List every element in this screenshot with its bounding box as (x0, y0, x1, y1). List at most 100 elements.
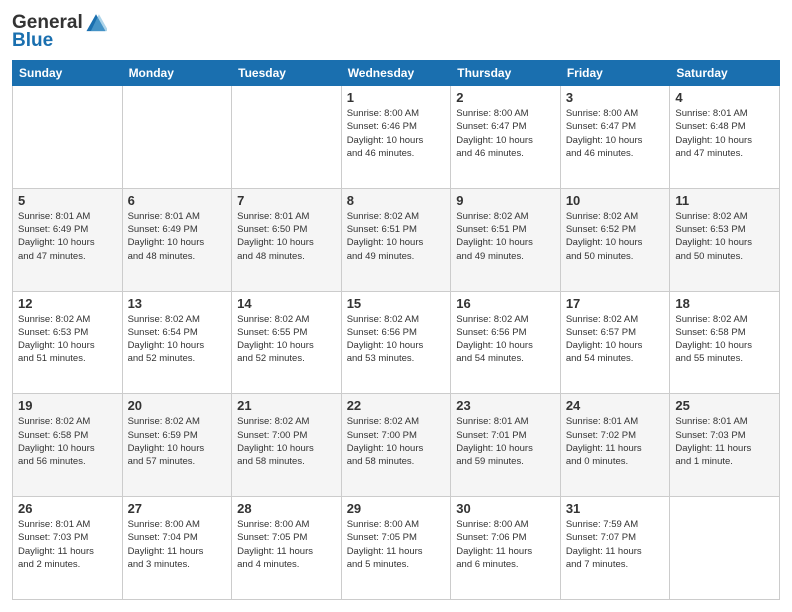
day-header-sunday: Sunday (13, 61, 123, 86)
day-info: Sunrise: 8:00 AM Sunset: 7:05 PM Dayligh… (237, 518, 336, 571)
day-number: 15 (347, 296, 446, 311)
day-info: Sunrise: 8:02 AM Sunset: 6:53 PM Dayligh… (18, 313, 117, 366)
day-number: 31 (566, 501, 665, 516)
calendar-cell: 16Sunrise: 8:02 AM Sunset: 6:56 PM Dayli… (451, 291, 561, 394)
day-number: 1 (347, 90, 446, 105)
calendar-cell: 27 Sunrise: 8:00 AM Sunset: 7:04 PM Dayli… (122, 497, 232, 600)
calendar-cell: 13 Sunrise: 8:02 AM Sunset: 6:54 PM Dayli… (122, 291, 232, 394)
calendar-header-row: SundayMondayTuesdayWednesdayThursdayFrid… (13, 61, 780, 86)
day-number: 9 (456, 193, 555, 208)
calendar-cell: 31 Sunrise: 7:59 AM Sunset: 7:07 PM Dayli… (560, 497, 670, 600)
day-number: 24 (566, 398, 665, 413)
day-info: Sunrise: 8:01 AM Sunset: 6:49 PM Dayligh… (128, 210, 227, 263)
page-header: General Blue (12, 12, 780, 52)
day-number: 11 (675, 193, 774, 208)
day-info: Sunrise: 8:01 AM Sunset: 7:01 PM Dayligh… (456, 415, 555, 468)
day-info: Sunrise: 8:02 AM Sunset: 6:54 PM Dayligh… (128, 313, 227, 366)
calendar-week-3: 12 Sunrise: 8:02 AM Sunset: 6:53 PM Dayli… (13, 291, 780, 394)
day-info: Sunrise: 8:01 AM Sunset: 7:03 PM Dayligh… (18, 518, 117, 571)
calendar-cell: 25Sunrise: 8:01 AM Sunset: 7:03 PM Dayli… (670, 394, 780, 497)
day-number: 14 (237, 296, 336, 311)
day-number: 22 (347, 398, 446, 413)
day-info: Sunrise: 8:00 AM Sunset: 7:05 PM Dayligh… (347, 518, 446, 571)
day-number: 23 (456, 398, 555, 413)
calendar-cell: 8 Sunrise: 8:02 AM Sunset: 6:51 PM Daylig… (341, 188, 451, 291)
day-number: 4 (675, 90, 774, 105)
day-info: Sunrise: 7:59 AM Sunset: 7:07 PM Dayligh… (566, 518, 665, 571)
calendar-cell: 9 Sunrise: 8:02 AM Sunset: 6:51 PM Daylig… (451, 188, 561, 291)
calendar-week-2: 5 Sunrise: 8:01 AM Sunset: 6:49 PM Daylig… (13, 188, 780, 291)
day-info: Sunrise: 8:02 AM Sunset: 7:00 PM Dayligh… (237, 415, 336, 468)
calendar-cell: 11 Sunrise: 8:02 AM Sunset: 6:53 PM Dayli… (670, 188, 780, 291)
calendar-week-4: 19 Sunrise: 8:02 AM Sunset: 6:58 PM Dayli… (13, 394, 780, 497)
day-info: Sunrise: 8:02 AM Sunset: 6:59 PM Dayligh… (128, 415, 227, 468)
day-number: 25 (675, 398, 774, 413)
day-header-saturday: Saturday (670, 61, 780, 86)
calendar-cell (670, 497, 780, 600)
day-number: 12 (18, 296, 117, 311)
day-header-wednesday: Wednesday (341, 61, 451, 86)
logo-icon (85, 12, 107, 34)
day-header-thursday: Thursday (451, 61, 561, 86)
day-info: Sunrise: 8:02 AM Sunset: 6:51 PM Dayligh… (347, 210, 446, 263)
day-info: Sunrise: 8:02 AM Sunset: 6:53 PM Dayligh… (675, 210, 774, 263)
day-number: 19 (18, 398, 117, 413)
day-info: Sunrise: 8:00 AM Sunset: 7:06 PM Dayligh… (456, 518, 555, 571)
calendar-cell: 2 Sunrise: 8:00 AM Sunset: 6:47 PM Daylig… (451, 86, 561, 189)
day-number: 13 (128, 296, 227, 311)
day-number: 8 (347, 193, 446, 208)
calendar-cell: 29 Sunrise: 8:00 AM Sunset: 7:05 PM Dayli… (341, 497, 451, 600)
day-header-tuesday: Tuesday (232, 61, 342, 86)
logo-blue: Blue (12, 30, 53, 52)
day-number: 5 (18, 193, 117, 208)
day-number: 2 (456, 90, 555, 105)
day-info: Sunrise: 8:02 AM Sunset: 6:56 PM Dayligh… (347, 313, 446, 366)
day-number: 18 (675, 296, 774, 311)
day-info: Sunrise: 8:01 AM Sunset: 6:49 PM Dayligh… (18, 210, 117, 263)
day-info: Sunrise: 8:02 AM Sunset: 6:58 PM Dayligh… (18, 415, 117, 468)
day-number: 26 (18, 501, 117, 516)
calendar-cell: 17Sunrise: 8:02 AM Sunset: 6:57 PM Dayli… (560, 291, 670, 394)
calendar-cell: 10 Sunrise: 8:02 AM Sunset: 6:52 PM Dayli… (560, 188, 670, 291)
calendar-cell: 18 Sunrise: 8:02 AM Sunset: 6:58 PM Dayli… (670, 291, 780, 394)
day-info: Sunrise: 8:02 AM Sunset: 6:57 PM Dayligh… (566, 313, 665, 366)
calendar-cell: 26 Sunrise: 8:01 AM Sunset: 7:03 PM Dayli… (13, 497, 123, 600)
day-number: 30 (456, 501, 555, 516)
day-number: 20 (128, 398, 227, 413)
calendar-cell: 20 Sunrise: 8:02 AM Sunset: 6:59 PM Dayli… (122, 394, 232, 497)
logo: General Blue (12, 12, 107, 52)
calendar-cell: 5 Sunrise: 8:01 AM Sunset: 6:49 PM Daylig… (13, 188, 123, 291)
day-info: Sunrise: 8:02 AM Sunset: 6:58 PM Dayligh… (675, 313, 774, 366)
calendar-cell: 24 Sunrise: 8:01 AM Sunset: 7:02 PM Dayli… (560, 394, 670, 497)
day-info: Sunrise: 8:00 AM Sunset: 6:46 PM Dayligh… (347, 107, 446, 160)
calendar-cell: 15 Sunrise: 8:02 AM Sunset: 6:56 PM Dayli… (341, 291, 451, 394)
day-info: Sunrise: 8:02 AM Sunset: 6:51 PM Dayligh… (456, 210, 555, 263)
calendar-cell: 6 Sunrise: 8:01 AM Sunset: 6:49 PM Daylig… (122, 188, 232, 291)
calendar-cell: 22 Sunrise: 8:02 AM Sunset: 7:00 PM Dayli… (341, 394, 451, 497)
calendar-cell: 14 Sunrise: 8:02 AM Sunset: 6:55 PM Dayli… (232, 291, 342, 394)
calendar-cell (13, 86, 123, 189)
day-info: Sunrise: 8:01 AM Sunset: 6:48 PM Dayligh… (675, 107, 774, 160)
calendar-cell (232, 86, 342, 189)
calendar-week-5: 26 Sunrise: 8:01 AM Sunset: 7:03 PM Dayli… (13, 497, 780, 600)
day-header-monday: Monday (122, 61, 232, 86)
day-number: 29 (347, 501, 446, 516)
day-info: Sunrise: 8:02 AM Sunset: 6:55 PM Dayligh… (237, 313, 336, 366)
day-info: Sunrise: 8:02 AM Sunset: 7:00 PM Dayligh… (347, 415, 446, 468)
calendar-cell: 3Sunrise: 8:00 AM Sunset: 6:47 PM Daylig… (560, 86, 670, 189)
day-info: Sunrise: 8:00 AM Sunset: 6:47 PM Dayligh… (456, 107, 555, 160)
calendar-cell: 21Sunrise: 8:02 AM Sunset: 7:00 PM Dayli… (232, 394, 342, 497)
day-info: Sunrise: 8:00 AM Sunset: 7:04 PM Dayligh… (128, 518, 227, 571)
day-number: 28 (237, 501, 336, 516)
day-number: 3 (566, 90, 665, 105)
day-number: 6 (128, 193, 227, 208)
day-number: 27 (128, 501, 227, 516)
calendar-cell: 28 Sunrise: 8:00 AM Sunset: 7:05 PM Dayli… (232, 497, 342, 600)
day-info: Sunrise: 8:01 AM Sunset: 7:02 PM Dayligh… (566, 415, 665, 468)
calendar-cell: 7 Sunrise: 8:01 AM Sunset: 6:50 PM Daylig… (232, 188, 342, 291)
day-info: Sunrise: 8:02 AM Sunset: 6:52 PM Dayligh… (566, 210, 665, 263)
calendar-cell: 12 Sunrise: 8:02 AM Sunset: 6:53 PM Dayli… (13, 291, 123, 394)
day-number: 7 (237, 193, 336, 208)
day-number: 10 (566, 193, 665, 208)
day-info: Sunrise: 8:01 AM Sunset: 6:50 PM Dayligh… (237, 210, 336, 263)
